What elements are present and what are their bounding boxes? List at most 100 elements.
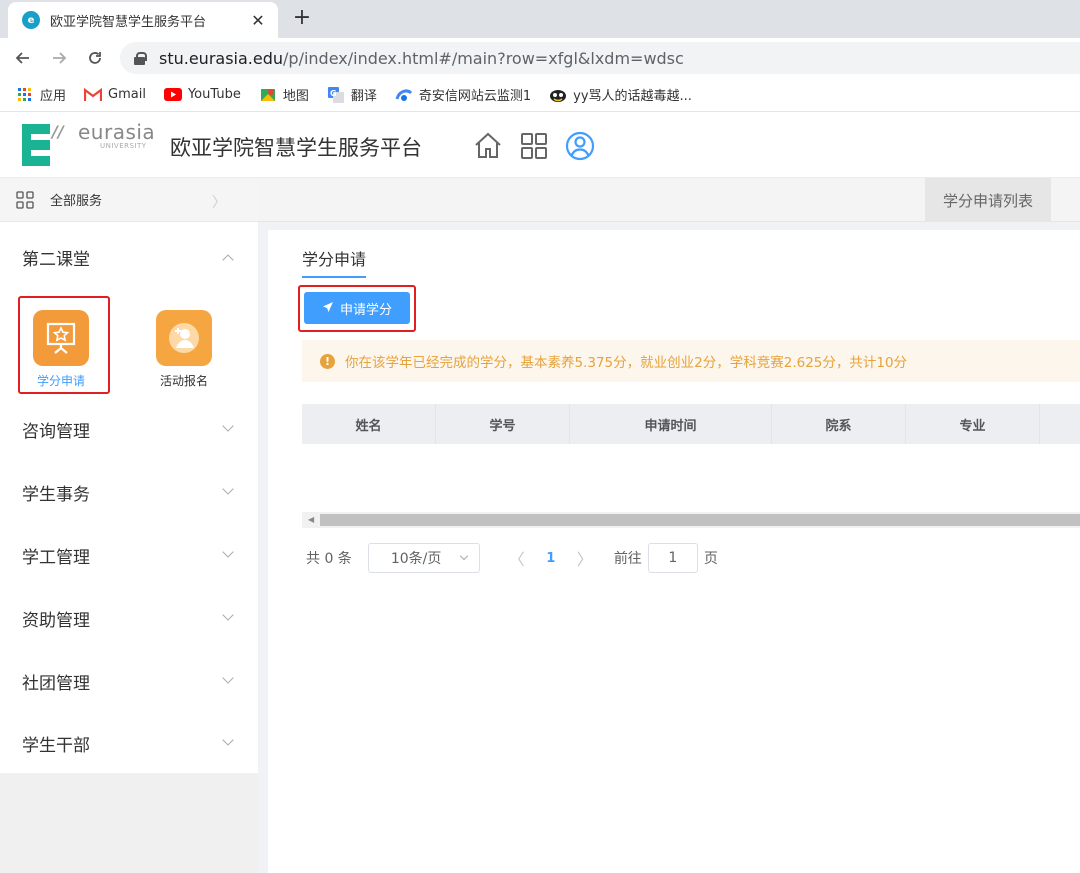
address-bar: stu.eurasia.edu/p/index/index.html#/main…	[0, 38, 1080, 78]
scroll-left-icon[interactable]: ◀	[308, 515, 314, 524]
bookmark-label: 翻译	[350, 89, 377, 104]
bookmark-translate[interactable]: G 翻译	[327, 85, 377, 104]
close-tab-icon[interactable]: ✕	[248, 11, 268, 30]
home-icon[interactable]	[472, 130, 504, 162]
chevron-up-icon	[222, 254, 234, 266]
reload-button[interactable]	[82, 45, 108, 71]
chevron-down-icon	[459, 551, 469, 561]
bookmark-label: YouTube	[187, 87, 241, 102]
eurasia-logo-icon[interactable]	[22, 124, 50, 166]
next-page-button[interactable]: 〉	[570, 546, 600, 570]
site-favicon-icon: e	[22, 11, 40, 29]
lock-icon	[134, 51, 147, 65]
back-button[interactable]	[10, 45, 36, 71]
bookmark-label: 应用	[40, 89, 67, 104]
tab-credit-application-list[interactable]: 学分申请列表	[925, 178, 1051, 222]
horizontal-scrollbar[interactable]: ◀	[302, 512, 1080, 528]
bookmark-youtube[interactable]: YouTube	[163, 87, 241, 103]
sidebar-group-consulting[interactable]: 咨询管理	[0, 398, 258, 460]
goto-page-value: 1	[668, 550, 678, 566]
sidebar-group-clubs[interactable]: 社团管理	[0, 650, 258, 712]
url-host: stu.eurasia.edu	[159, 48, 284, 68]
warning-icon: !	[320, 353, 335, 369]
total-count: 共 0 条	[306, 551, 352, 567]
page-size-select[interactable]: 10条/页	[367, 543, 480, 573]
goto-suffix: 页	[703, 551, 718, 567]
svg-text:G: G	[330, 89, 337, 98]
prev-page-button[interactable]: 〈	[502, 546, 532, 570]
bookmark-apps[interactable]: 应用	[16, 85, 66, 104]
app-activity-registration[interactable]: 活动报名	[149, 310, 219, 394]
sidebar-group-label: 第二课堂	[22, 249, 90, 270]
bookmark-label: yy骂人的话越毒越...	[573, 89, 692, 104]
chevron-down-icon	[222, 483, 234, 495]
grid-apps-icon[interactable]	[518, 130, 550, 162]
bookmark-monitor[interactable]: 奇安信网站云监测1	[395, 85, 531, 104]
logo-wordmark: eurasia	[78, 120, 156, 144]
browser-tab-title: 欧亚学院智慧学生服务平台	[50, 14, 207, 30]
column-header-major[interactable]: 专业	[906, 404, 1040, 444]
highlight-box-credit-app	[18, 296, 110, 394]
user-profile-icon[interactable]	[564, 130, 596, 162]
page-number-current[interactable]: 1	[536, 551, 566, 566]
sidebar-group-label: 学工管理	[22, 547, 90, 568]
add-user-icon	[156, 310, 212, 366]
scrollbar-thumb[interactable]	[320, 514, 1080, 526]
bookmark-yy[interactable]: yy骂人的话越毒越...	[549, 85, 692, 104]
app-label: 活动报名	[159, 374, 208, 388]
bookmarks-bar: 应用 Gmail YouTube 地图 G 翻译 奇安信网站云监测1 yy骂人的…	[0, 78, 1080, 112]
chevron-down-icon	[222, 546, 234, 558]
goto-label: 前往	[613, 551, 642, 567]
monitor-icon	[395, 87, 413, 103]
yy-icon	[549, 87, 567, 103]
url-text: stu.eurasia.edu/p/index/index.html#/main…	[159, 49, 684, 68]
bookmark-gmail[interactable]: Gmail	[84, 87, 146, 103]
url-input[interactable]: stu.eurasia.edu/p/index/index.html#/main…	[120, 42, 1080, 74]
chevron-down-icon	[222, 672, 234, 684]
maps-icon	[259, 87, 277, 103]
chevron-down-icon	[222, 734, 234, 746]
column-header-department[interactable]: 院系	[772, 404, 906, 444]
content-panel: 学分申请 申请学分 ! 你在该学年已经完成的学分，基本素养5.375分，就业创业…	[268, 230, 1080, 873]
arrow-left-icon	[15, 52, 29, 64]
bookmark-label: 奇安信网站云监测1	[418, 89, 532, 104]
sidebar-group-financial-aid[interactable]: 资助管理	[0, 587, 258, 649]
credit-summary-alert: ! 你在该学年已经完成的学分，基本素养5.375分，就业创业2分，学科竞赛2.6…	[302, 340, 1080, 382]
logo-slashes: //	[52, 122, 64, 141]
forward-button[interactable]	[46, 45, 72, 71]
pagination: 共 0 条 10条/页 〈 1 〉 前往 1 页	[306, 542, 718, 574]
sidebar-group-second-classroom[interactable]: 第二课堂	[0, 226, 258, 288]
subtab-credit-application[interactable]: 学分申请	[302, 246, 367, 278]
browser-tab[interactable]: e 欧亚学院智慧学生服务平台 ✕	[8, 2, 278, 38]
youtube-icon	[163, 87, 182, 103]
goto-page-input[interactable]: 1	[647, 543, 698, 573]
page-tab-strip: 学分申请列表	[258, 178, 1080, 222]
column-header-name[interactable]: 姓名	[302, 404, 436, 444]
new-tab-button[interactable]: +	[290, 6, 314, 30]
all-services-button[interactable]: 全部服务 〉	[0, 178, 258, 222]
sidebar-group-label: 社团管理	[22, 673, 90, 694]
sidebar-group-label: 资助管理	[22, 610, 90, 631]
url-path: /p/index/index.html#/main?row=xfgl&lxdm=…	[283, 48, 684, 68]
translate-icon: G	[327, 86, 345, 103]
chevron-down-icon	[222, 609, 234, 621]
sidebar-group-student-affairs[interactable]: 学生事务	[0, 461, 258, 523]
bookmark-label: Gmail	[108, 87, 146, 102]
column-header-overflow	[1040, 404, 1080, 444]
arrow-right-icon	[53, 52, 67, 64]
sidebar-group-student-cadres[interactable]: 学生干部	[0, 712, 258, 774]
chevron-down-icon	[222, 420, 234, 432]
grid-icon	[16, 190, 34, 209]
bookmark-maps[interactable]: 地图	[259, 85, 309, 104]
alert-text: 你在该学年已经完成的学分，基本素养5.375分，就业创业2分，学科竞赛2.625…	[345, 355, 908, 371]
credit-table: 姓名 学号 申请时间 院系 专业 ◀	[302, 404, 1080, 528]
sidebar-group-student-work[interactable]: 学工管理	[0, 524, 258, 586]
page-size-value: 10条/页	[390, 551, 442, 567]
logo-subtitle: UNIVERSITY	[100, 142, 147, 150]
main-area: 学分申请列表 学分申请 申请学分 ! 你在该学年已经完成的学分，基本素养5.37…	[258, 178, 1080, 873]
chevron-right-icon: 〉	[212, 195, 226, 211]
sidebar-group-label: 学生干部	[22, 735, 90, 756]
app-header: // eurasia UNIVERSITY 欧亚学院智慧学生服务平台	[0, 112, 1080, 178]
column-header-student-id[interactable]: 学号	[436, 404, 570, 444]
column-header-apply-time[interactable]: 申请时间	[570, 404, 772, 444]
